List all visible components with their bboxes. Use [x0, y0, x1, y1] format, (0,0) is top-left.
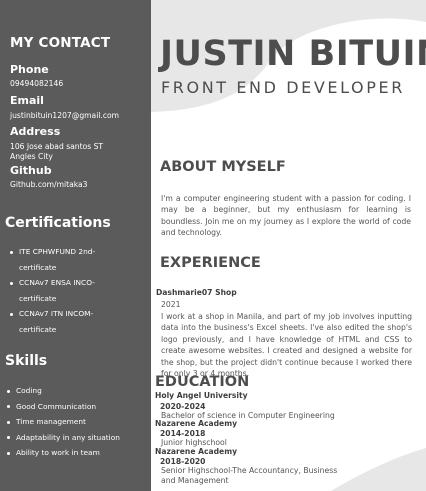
education-years: 2018-2020: [160, 457, 206, 466]
skill-item: Time management: [2, 414, 151, 430]
skill-item: Adaptability in any situation: [2, 430, 151, 446]
main-content: JUSTIN BITUIN FRONT END DEVELOPER ABOUT …: [151, 0, 426, 491]
education-years: 2020-2024: [160, 402, 206, 411]
skills-list: Coding Good Communication Time managemen…: [2, 383, 151, 461]
certifications-title: Certifications: [5, 215, 111, 231]
experience-company: Dashmarie07 Shop: [156, 288, 237, 297]
education-school: Holy Angel University: [155, 391, 248, 400]
contact-title: MY CONTACT: [10, 35, 111, 51]
education-detail: Junior highschool: [161, 438, 227, 447]
address-line-1: 106 Jose abad santos ST: [10, 142, 104, 151]
experience-text: I work at a shop in Manila, and part of …: [161, 312, 412, 379]
skill-item: Good Communication: [2, 399, 151, 415]
skills-title: Skills: [5, 353, 48, 369]
education-years: 2014-2018: [160, 429, 206, 438]
address-line-2: Angles City: [10, 152, 53, 161]
about-title: ABOUT MYSELF: [160, 159, 286, 175]
email-label: Email: [10, 94, 44, 107]
certification-item: certificate: [19, 324, 57, 334]
phone-value: 09494082146: [10, 79, 64, 88]
education-school: Nazarene Academy: [155, 447, 238, 456]
certifications-list: ITE CPHWFUND 2nd- certificate CCNAv7 ENS…: [5, 244, 151, 337]
education-detail: Senior Highschool-The Accountancy, Busin…: [161, 466, 338, 475]
certification-item: CCNAv7 ITN INCOM-: [5, 306, 151, 322]
about-text: I'm a computer engineering student with …: [161, 194, 411, 238]
candidate-name: JUSTIN BITUIN: [160, 34, 426, 74]
experience-title: EXPERIENCE: [160, 255, 261, 271]
education-title: EDUCATION: [155, 374, 250, 390]
certification-item: ITE CPHWFUND 2nd-: [5, 244, 151, 260]
email-value: justinbituin1207@gmail.com: [10, 111, 120, 120]
certification-item: certificate: [19, 262, 57, 272]
education-detail-line-2: and Management: [161, 476, 229, 485]
education-school: Nazarene Academy: [155, 419, 238, 428]
skill-item: Coding: [2, 383, 151, 399]
phone-label: Phone: [10, 63, 49, 76]
job-title: FRONT END DEVELOPER: [161, 78, 405, 97]
skill-item: Ability to work in team: [2, 445, 151, 461]
github-link[interactable]: Github.com/mitaka3: [10, 180, 88, 190]
certification-item: certificate: [19, 293, 57, 303]
certification-item: CCNAv7 ENSA INCO-: [5, 275, 151, 291]
address-label: Address: [10, 125, 61, 138]
sidebar: MY CONTACT Phone 09494082146 Email justi…: [0, 0, 151, 491]
experience-year: 2021: [161, 300, 181, 309]
github-label: Github: [10, 164, 52, 177]
